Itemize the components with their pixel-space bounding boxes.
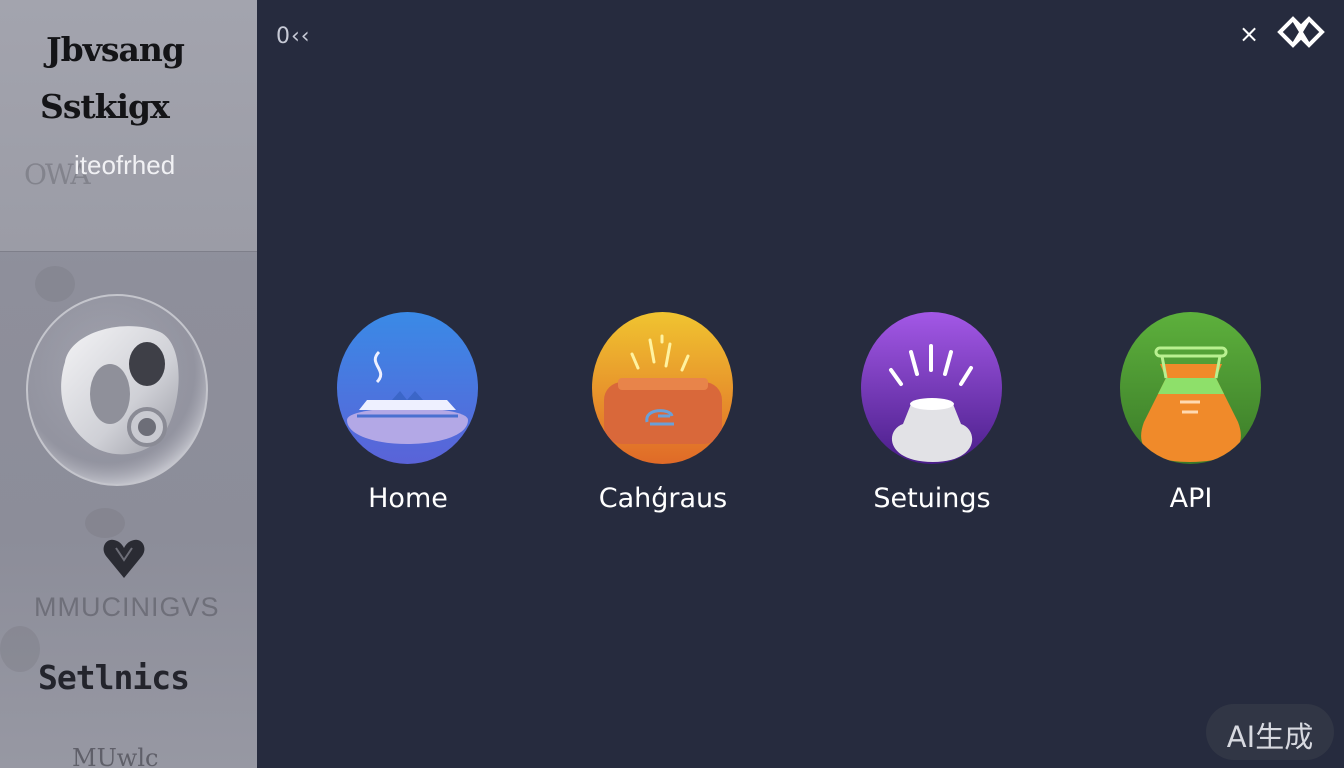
sidebar-item-settings[interactable]: Setlnics [38, 658, 190, 697]
sidebar-bottom-text: MUwlc [72, 744, 159, 768]
categories-case-icon[interactable] [592, 312, 733, 464]
back-button[interactable]: 0‹‹ [276, 24, 311, 49]
app-tile-settings[interactable]: Setuings [845, 312, 1025, 532]
chevron-logo-icon[interactable] [1277, 15, 1325, 49]
sidebar-title-line1: Jbvsang [46, 30, 185, 69]
sidebar: Jbvsang Sstkigx OWA iteofrhed MMUCINIGVS… [0, 0, 257, 768]
api-flask-icon[interactable] [1120, 312, 1261, 464]
sidebar-title-line2: Sstkigx [40, 87, 170, 126]
home-basin-icon[interactable] [337, 312, 478, 464]
sidebar-blur-blob [0, 626, 40, 672]
app-tile-api[interactable]: API [1104, 312, 1284, 532]
app-label-settings: Setuings [873, 483, 991, 514]
app-tile-home[interactable]: Home [321, 312, 501, 532]
ai-generated-text: AI生成 [1226, 720, 1314, 754]
app-label-home: Home [368, 483, 448, 514]
ai-generated-badge: AI生成 [1206, 704, 1334, 760]
sidebar-subtitle: iteofrhed [74, 150, 176, 180]
settings-lamp-icon[interactable] [861, 312, 1002, 464]
app-tile-categories[interactable]: Cahģraus [576, 312, 756, 532]
close-icon[interactable]: × [1239, 20, 1259, 48]
sidebar-divider [0, 251, 257, 252]
app-label-categories: Cahģraus [598, 483, 728, 514]
app-label-api: API [1169, 483, 1213, 514]
sidebar-ghost-text-2: MMUCINIGVS [34, 592, 220, 622]
heart-shield-icon [103, 539, 145, 578]
avatar-mask-icon[interactable] [25, 292, 211, 488]
